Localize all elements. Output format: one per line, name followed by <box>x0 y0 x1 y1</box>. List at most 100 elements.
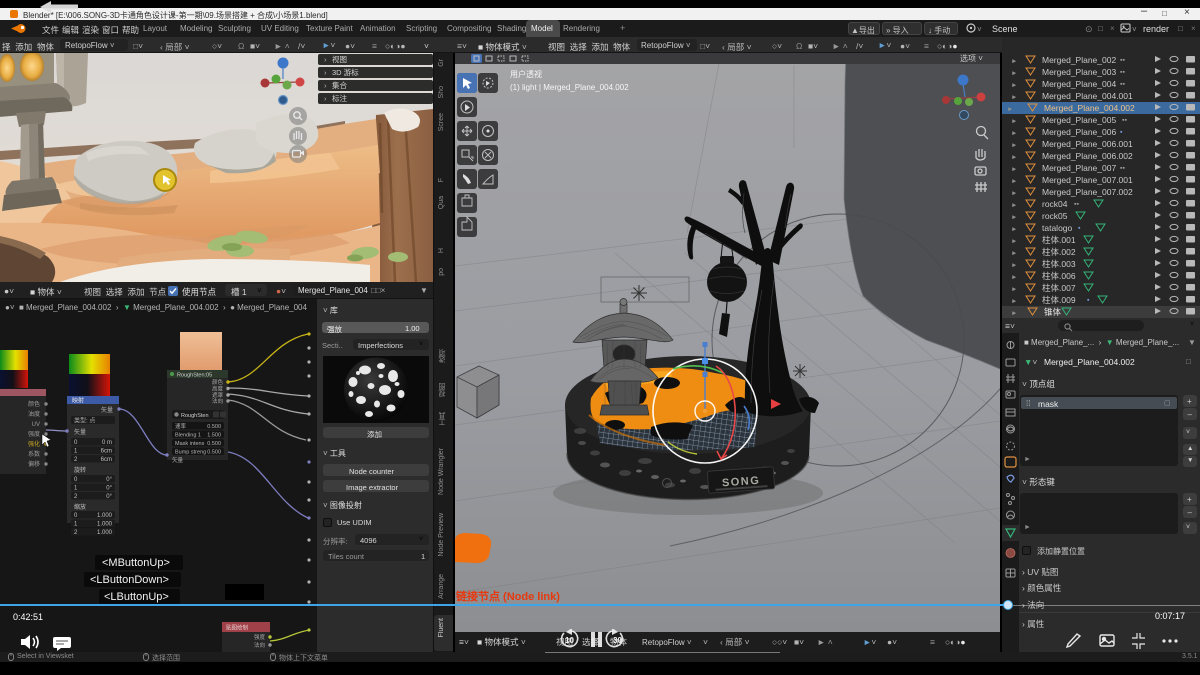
svg-text:►: ► <box>1011 82 1017 89</box>
svg-text:30: 30 <box>613 636 622 645</box>
svg-text:贴图绘制: 贴图绘制 <box>226 624 249 632</box>
svg-text:3D 游标: 3D 游标 <box>332 67 359 77</box>
svg-text:0.500: 0.500 <box>207 450 221 456</box>
svg-text:油度: 油度 <box>28 410 40 418</box>
svg-text:▪: ▪ <box>1087 297 1090 304</box>
svg-text:Merged_Plane_006: Merged_Plane_006 <box>1042 127 1116 137</box>
svg-text:►: ► <box>1011 226 1017 233</box>
svg-text:法向: 法向 <box>212 397 223 405</box>
svg-text:►: ► <box>1011 286 1017 293</box>
svg-text:►: ► <box>1011 166 1017 173</box>
svg-text:►: ► <box>1011 274 1017 281</box>
svg-text:Merged_Plane_007.001: Merged_Plane_007.001 <box>1042 175 1133 185</box>
svg-text:矢量: 矢量 <box>172 456 184 464</box>
svg-text:法向: 法向 <box>254 641 265 649</box>
svg-text:Merged_Plane_005: Merged_Plane_005 <box>1042 115 1116 125</box>
svg-text:6cm: 6cm <box>101 457 112 463</box>
svg-text:▪: ▪ <box>1078 225 1081 232</box>
svg-text:1.000: 1.000 <box>97 513 113 519</box>
svg-text:标注: 标注 <box>332 93 347 103</box>
svg-text:rock05: rock05 <box>1042 211 1068 221</box>
svg-text:Merged_Plane_004.002: Merged_Plane_004.002 <box>1044 103 1135 113</box>
svg-text:▪▪: ▪▪ <box>1074 201 1079 208</box>
svg-text:○○˅: ○○˅ <box>772 637 787 647</box>
svg-text:Mask intens: Mask intens <box>175 441 205 447</box>
svg-text:■˅: ■˅ <box>794 637 804 647</box>
svg-text:►: ► <box>1011 118 1017 125</box>
svg-text:▪▪: ▪▪ <box>1120 69 1125 76</box>
svg-text:►: ► <box>1011 130 1017 137</box>
svg-text:颜色: 颜色 <box>28 400 40 408</box>
svg-text:≡˅: ≡˅ <box>459 637 469 647</box>
svg-text:Merged_Plane_002: Merged_Plane_002 <box>1042 55 1116 65</box>
svg-text:颜色: 颜色 <box>212 378 224 386</box>
svg-text:▪: ▪ <box>1120 129 1123 136</box>
svg-text:►: ► <box>1011 310 1017 317</box>
svg-text:˅: ˅ <box>703 637 708 647</box>
svg-text:强化: 强化 <box>28 440 40 448</box>
svg-text:锥体: 锥体 <box>1044 307 1062 317</box>
svg-text:►: ► <box>1011 250 1017 257</box>
svg-text:系数: 系数 <box>28 450 40 458</box>
svg-text:►: ► <box>1011 262 1017 269</box>
svg-text:► ˄: ► ˄ <box>817 637 833 647</box>
svg-text:≡: ≡ <box>930 637 935 647</box>
svg-text:视图: 视图 <box>332 54 347 64</box>
svg-text:►: ► <box>1011 94 1017 101</box>
svg-text:0°: 0° <box>106 477 112 483</box>
svg-text:缩放: 缩放 <box>74 503 86 511</box>
svg-text:►: ► <box>1011 142 1017 149</box>
svg-text:RoughSten:05: RoughSten:05 <box>177 373 212 379</box>
svg-text:柱体.003: 柱体.003 <box>1042 259 1076 269</box>
svg-text:选项 ˅: 选项 ˅ <box>960 53 983 63</box>
svg-text:▪▪: ▪▪ <box>1120 165 1125 172</box>
svg-text:Bump streng: Bump streng <box>175 450 206 456</box>
svg-text:速率: 速率 <box>175 422 187 430</box>
svg-text:旋转: 旋转 <box>74 466 86 474</box>
svg-text:(1) light | Merged_Plane_004.0: (1) light | Merged_Plane_004.002 <box>510 83 629 92</box>
svg-text:rock04: rock04 <box>1042 199 1068 209</box>
svg-text:柱体.006: 柱体.006 <box>1042 271 1076 281</box>
svg-text:Merged_Plane_007: Merged_Plane_007 <box>1042 163 1116 173</box>
svg-text:Merged_Plane_004: Merged_Plane_004 <box>1042 79 1116 89</box>
svg-text:0.500: 0.500 <box>207 441 221 447</box>
svg-text:6cm: 6cm <box>101 449 112 455</box>
svg-text:0°: 0° <box>106 486 112 492</box>
svg-text:►: ► <box>1011 154 1017 161</box>
svg-text:强度: 强度 <box>28 430 40 438</box>
svg-text:遮罩: 遮罩 <box>212 391 224 399</box>
svg-text:►: ► <box>1011 214 1017 221</box>
svg-text:0 m: 0 m <box>102 440 112 446</box>
svg-text:►: ► <box>1011 298 1017 305</box>
svg-text:▪▪: ▪▪ <box>1122 117 1127 124</box>
svg-text:集合: 集合 <box>332 80 347 90</box>
svg-text:偏移: 偏移 <box>28 460 40 468</box>
svg-text:柱体.002: 柱体.002 <box>1042 247 1076 257</box>
svg-text:►˅: ►˅ <box>863 637 876 647</box>
svg-text:用户透视: 用户透视 <box>510 69 542 79</box>
svg-text:Merged_Plane_007.002: Merged_Plane_007.002 <box>1042 187 1133 197</box>
svg-text:▪▪: ▪▪ <box>1120 81 1125 88</box>
svg-text:►: ► <box>1011 178 1017 185</box>
svg-text:▪▪: ▪▪ <box>1120 57 1125 64</box>
svg-text:Merged_Plane_004.001: Merged_Plane_004.001 <box>1042 91 1133 101</box>
svg-text:˅: ˅ <box>1132 25 1137 34</box>
svg-text:映射: 映射 <box>72 397 84 405</box>
svg-text:Merged_Plane_003: Merged_Plane_003 <box>1042 67 1116 77</box>
svg-text:►: ► <box>1011 70 1017 77</box>
svg-text:1.000: 1.000 <box>97 530 113 536</box>
svg-text:►: ► <box>1011 58 1017 65</box>
svg-text:tatalogo: tatalogo <box>1042 223 1073 233</box>
svg-text:1.500: 1.500 <box>207 433 221 439</box>
svg-text:Merged_Plane_006.001: Merged_Plane_006.001 <box>1042 139 1133 149</box>
svg-text:˅: ˅ <box>977 25 982 34</box>
svg-text:►: ► <box>1011 238 1017 245</box>
svg-text:1.000: 1.000 <box>97 522 113 528</box>
svg-text:►: ► <box>1011 202 1017 209</box>
svg-text:柱体.001: 柱体.001 <box>1042 235 1076 245</box>
svg-text:0°: 0° <box>106 494 112 500</box>
svg-text:柱体.009: 柱体.009 <box>1042 295 1076 305</box>
svg-text:►: ► <box>1011 190 1017 197</box>
svg-text:Merged_Plane_006.002: Merged_Plane_006.002 <box>1042 151 1133 161</box>
svg-text:■ 物体模式 ˅: ■ 物体模式 ˅ <box>477 637 526 647</box>
